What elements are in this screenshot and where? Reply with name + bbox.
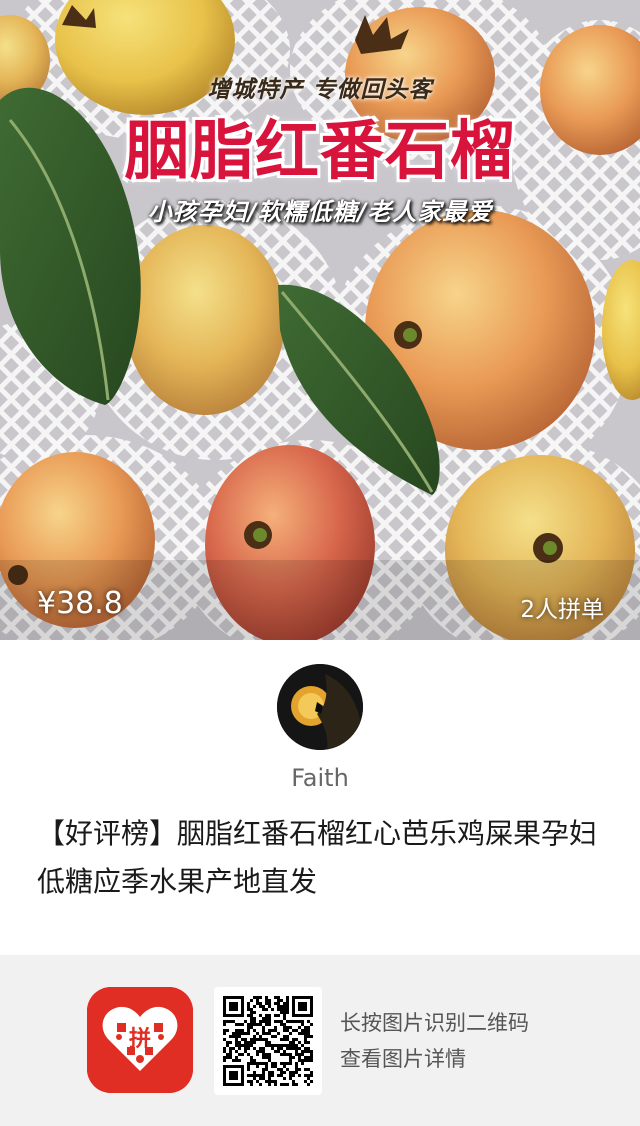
slogan-bottom: 小孩孕妇/软糯低糖/老人家最爱 — [147, 198, 493, 226]
price-label: ¥38.8 — [37, 586, 123, 621]
sharer-name: Faith — [291, 764, 349, 792]
avatar[interactable] — [277, 664, 363, 750]
scan-hint-line1: 长按图片识别二维码 — [340, 1011, 529, 1035]
product-title[interactable]: 【好评榜】胭脂红番石榴红心芭乐鸡屎果孕妇低糖应季水果产地直发 — [37, 810, 607, 906]
pinduoduo-logo-icon: 拼 — [87, 987, 193, 1093]
product-image[interactable]: 增城特产 专做回头客 胭脂红番石榴 小孩孕妇/软糯低糖/老人家最爱 ¥38.8 … — [0, 0, 640, 640]
group-buy-label: 2人拼单 — [520, 597, 604, 623]
scan-hint: 长按图片识别二维码 查看图片详情 — [340, 1005, 529, 1077]
app-logo-graphic: 拼 — [87, 987, 193, 1093]
qr-code-graphic — [223, 996, 313, 1086]
banner-title: 胭脂红番石榴 — [125, 114, 515, 189]
slogan-top: 增城特产 专做回头客 — [207, 77, 433, 103]
app-logo-text: 拼 — [129, 1026, 151, 1052]
qr-code[interactable] — [214, 987, 322, 1095]
scan-hint-line2: 查看图片详情 — [340, 1047, 466, 1071]
avatar-image — [277, 664, 363, 750]
share-footer: 拼 长按图片识别二维码 查看图片详情 — [0, 955, 640, 1126]
